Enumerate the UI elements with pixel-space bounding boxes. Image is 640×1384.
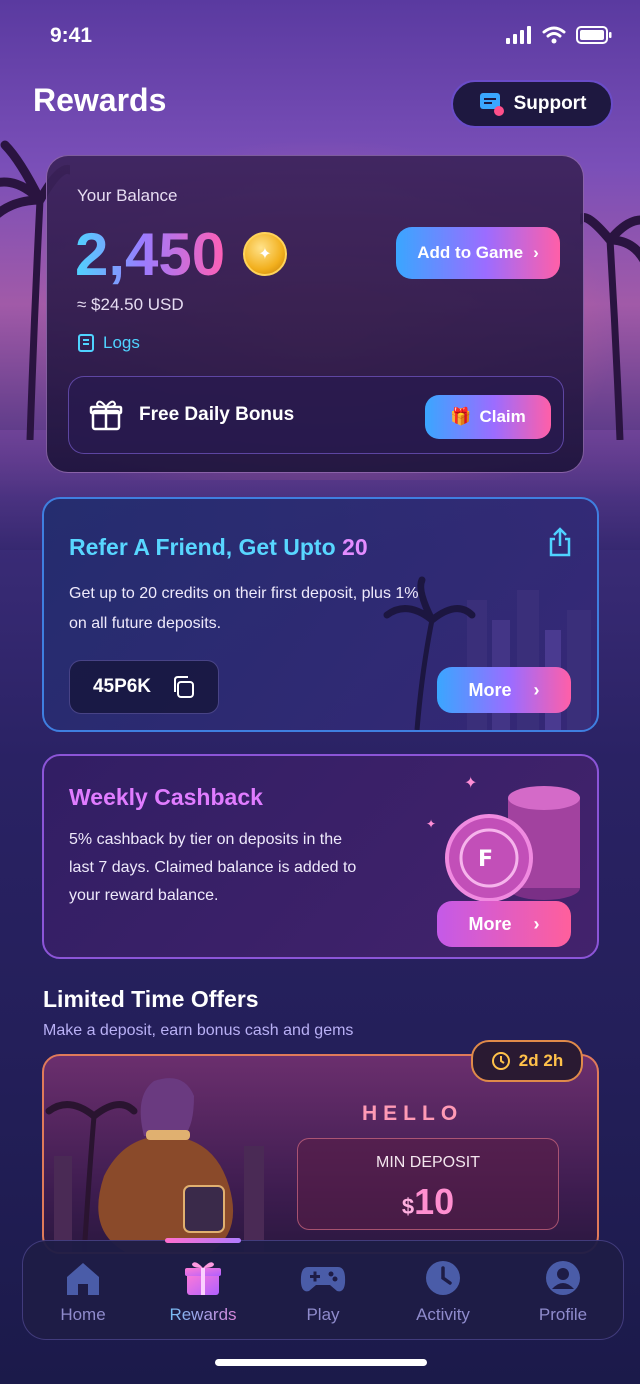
coin-icon: ✦ [243,232,287,276]
small-gift-icon: 🎁 [450,407,472,426]
refer-title: Refer A Friend, Get Upto 20 [69,534,368,561]
refer-more-button[interactable]: More › [437,667,571,713]
bottom-tab-bar: Home Rewards Play Activity Profile [22,1238,624,1341]
status-bar: 9:41 [0,0,640,74]
treasure-bag-illustration [45,1078,264,1252]
chevron-right-icon: › [533,243,539,262]
referral-code: 45P6K [92,676,152,697]
tab-activity-label: Activity [416,1305,470,1324]
chevron-right-icon: › [533,913,540,934]
refer-title-number: 20 [342,534,368,560]
currency-symbol: $ [401,1194,415,1219]
cashback-more-button[interactable]: More › [437,901,571,947]
claim-button[interactable]: 🎁 Claim [425,395,551,439]
svg-text:✦: ✦ [464,773,477,792]
tab-activity[interactable]: Activity [383,1241,503,1341]
min-deposit-value: $10 [298,1181,558,1223]
tab-play-label: Play [306,1305,340,1324]
daily-bonus-label: Free Daily Bonus [139,404,295,425]
offer-timer-badge: 2d 2h [471,1040,583,1082]
balance-amount: 2,450 [75,221,226,288]
tab-play[interactable]: Play [263,1241,383,1341]
svg-text:F: F [478,847,493,872]
daily-bonus-row: Free Daily Bonus 🎁 Claim [68,376,564,454]
status-time: 9:41 [50,24,93,47]
tab-home-label: Home [60,1305,106,1324]
balance-label: Your Balance [77,186,178,205]
clock-icon [491,1052,510,1070]
copy-icon[interactable] [171,675,195,699]
svg-text:✦: ✦ [426,817,436,831]
cashback-more-label: More [468,913,512,934]
share-icon[interactable] [547,527,573,557]
min-deposit-box: MIN DEPOSIT $10 [297,1138,559,1230]
refer-title-text: Refer A Friend, Get Upto [69,534,343,560]
gamepad-icon [300,1267,346,1292]
offer-timer: 2d 2h [518,1051,564,1070]
offer-title: HELLO [362,1102,464,1125]
palm-tree-right [580,213,640,440]
weekly-cashback-card: F ✦ ✦ Weekly Cashback 5% cashback by tie… [42,754,599,959]
refer-friend-card: Refer A Friend, Get Upto 20 Get up to 20… [42,497,599,732]
user-icon [546,1261,580,1295]
gift-icon [89,400,123,431]
referral-code-box[interactable]: 45P6K [69,660,219,714]
battery-icon [576,26,612,44]
support-button[interactable]: Support [451,80,613,128]
home-indicator [215,1359,427,1366]
support-label: Support [513,93,587,114]
gift-icon [185,1262,221,1295]
refer-description: Get up to 20 credits on their first depo… [69,585,419,632]
tab-profile[interactable]: Profile [503,1241,623,1341]
wifi-icon [542,26,566,44]
logs-link[interactable]: Logs [77,333,140,353]
status-icons [506,26,612,44]
offer-card[interactable]: HELLO MIN DEPOSIT $10 [42,1054,599,1254]
add-to-game-button[interactable]: Add to Game › [396,227,560,279]
home-icon [67,1263,99,1295]
tab-rewards-label: Rewards [143,1305,263,1325]
min-deposit-label: MIN DEPOSIT [375,1154,480,1171]
chevron-right-icon: › [533,679,540,700]
balance-card: Your Balance 2,450 ✦ ≈ $24.50 USD Logs A… [46,155,584,473]
limited-offers-title: Limited Time Offers [43,986,259,1012]
page-title: Rewards [33,82,167,118]
signal-icon [506,26,531,44]
limited-offers-subtitle: Make a deposit, earn bonus cash and gems [43,1022,354,1039]
coin-stack-illustration: F ✦ ✦ [426,773,580,902]
clock-icon [426,1261,460,1295]
tab-rewards[interactable]: Rewards [143,1241,263,1341]
add-to-game-label: Add to Game [417,243,524,262]
logs-label: Logs [103,333,140,352]
claim-label: Claim [479,407,526,426]
cashback-title: Weekly Cashback [69,784,263,810]
tab-profile-label: Profile [538,1305,588,1324]
tab-home[interactable]: Home [23,1241,143,1341]
balance-usd: ≈ $24.50 USD [77,295,184,314]
min-deposit-amount: 10 [414,1181,455,1222]
refer-more-label: More [468,679,512,700]
cashback-description: 5% cashback by tier on deposits in the l… [69,831,357,904]
chat-support-icon [479,93,504,116]
receipt-icon [78,334,94,352]
